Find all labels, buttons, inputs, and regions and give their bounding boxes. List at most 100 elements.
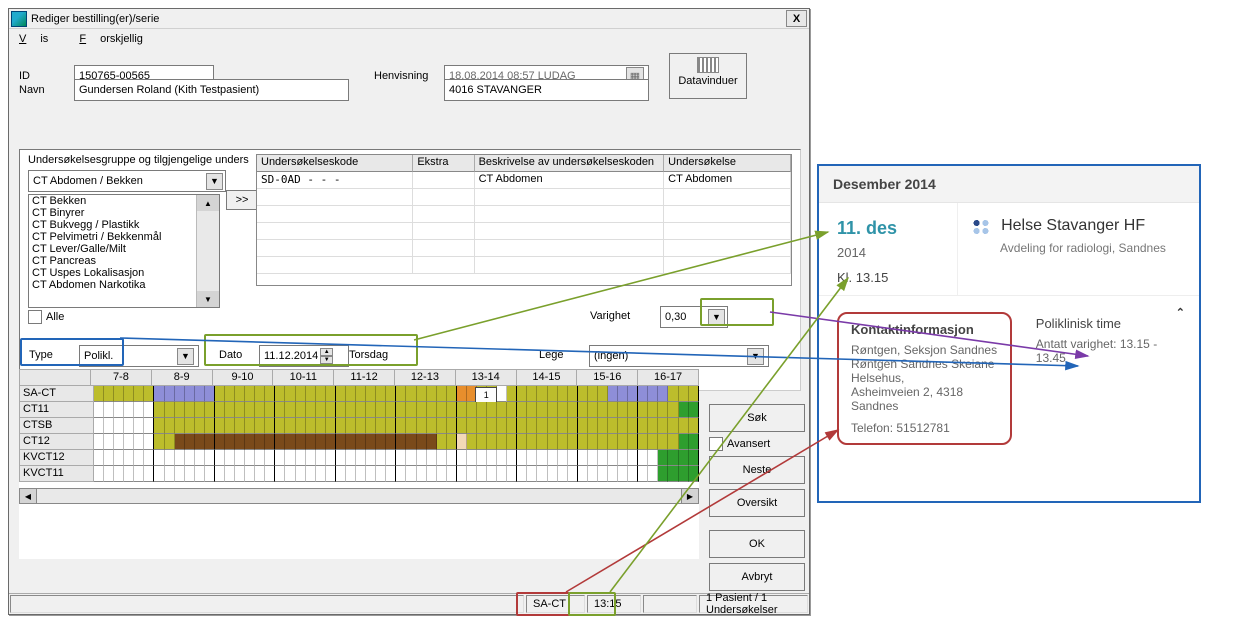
close-icon[interactable]: X	[786, 10, 807, 27]
card-header: Desember 2014	[819, 166, 1199, 203]
hour-col: 11-12	[334, 369, 395, 386]
exam-group-label: Undersøkelsesgruppe og tilgjengelige und…	[28, 154, 249, 166]
exam-group-combo[interactable]: CT Abdomen / Bekken ▼	[28, 170, 226, 192]
status-room: SA-CT	[526, 595, 585, 613]
hour-col: 9-10	[213, 369, 274, 386]
scroll-right-icon[interactable]: ▶	[681, 488, 699, 504]
scroll-down-icon[interactable]: ▼	[197, 291, 219, 307]
navn-field[interactable]: Gundersen Roland (Kith Testpasient)	[74, 79, 349, 101]
dato-label: Dato	[219, 349, 242, 361]
list-item[interactable]: CT Binyrer	[29, 207, 219, 219]
card-year: 2014	[837, 245, 947, 260]
room-label: KVCT12	[19, 450, 94, 466]
room-label: KVCT11	[19, 466, 94, 482]
date-spinner[interactable]: ▲▼	[320, 348, 333, 364]
hour-col: 13-14	[456, 369, 517, 386]
hour-col: 10-11	[273, 369, 334, 386]
hour-col: 16-17	[638, 369, 699, 386]
menu-vis[interactable]: Vis	[19, 33, 62, 45]
contact-line: Asheimveien 2, 4318 Sandnes	[851, 385, 998, 413]
hour-col: 7-8	[91, 369, 152, 386]
scroll-up-icon[interactable]: ▲	[197, 195, 219, 211]
chevron-down-icon[interactable]: ▼	[708, 309, 725, 326]
ok-button[interactable]: OK	[709, 530, 805, 558]
avansert-checkbox[interactable]	[709, 437, 723, 451]
appointment-card: Desember 2014 11. des 2014 Kl. 13.15 Hel…	[817, 164, 1201, 503]
schedule-grid[interactable]: 7-8 8-9 9-10 10-11 11-12 12-13 13-14 14-…	[19, 369, 699, 559]
status-summary: 1 Pasient / 1 Undersøkelser	[699, 595, 808, 613]
schedule-row[interactable]: SA-CT 1	[19, 386, 699, 402]
list-item[interactable]: CT Pancreas	[29, 255, 219, 267]
chevron-down-icon[interactable]: ▼	[747, 348, 764, 365]
action-column: Søk Avansert Neste Oversikt OK Avbryt	[709, 404, 789, 596]
status-time: 13:15	[587, 595, 641, 613]
dato-day: Torsdag	[349, 349, 388, 361]
lege-label: Lege	[539, 349, 563, 361]
schedule-row[interactable]: KVCT12	[19, 450, 699, 466]
chevron-down-icon[interactable]: ▼	[206, 173, 223, 190]
contact-heading: Kontaktinformasjon	[851, 322, 998, 337]
contact-line: Røntgen, Seksjon Sandnes	[851, 343, 998, 357]
col-extra: Ekstra	[413, 155, 474, 172]
oversikt-button[interactable]: Oversikt	[709, 489, 805, 517]
menubar: Vis Forskjellig	[9, 29, 809, 47]
schedule-row[interactable]: CT11	[19, 402, 699, 418]
menu-forskjellig[interactable]: Forskjellig	[79, 33, 157, 45]
exam-list[interactable]: CT Bekken CT Binyrer CT Bukvegg / Plasti…	[28, 194, 220, 308]
chevron-down-icon[interactable]: ▼	[177, 348, 194, 365]
hour-col: 12-13	[395, 369, 456, 386]
scroll-left-icon[interactable]: ◀	[19, 488, 37, 504]
avansert-label: Avansert	[727, 438, 770, 450]
table-row[interactable]: SD-0AD - - - CT Abdomen CT Abdomen	[257, 172, 791, 189]
list-item[interactable]: CT Abdomen Narkotika	[29, 279, 219, 291]
list-item[interactable]: CT Pelvimetri / Bekkenmål	[29, 231, 219, 243]
scrollbar[interactable]: ▲ ▼	[196, 195, 219, 307]
hour-col: 15-16	[577, 369, 638, 386]
type-combo[interactable]: Polikl.▼	[79, 345, 199, 367]
varighet-label: Varighet	[590, 310, 630, 322]
appointment-slot[interactable]: 1	[475, 387, 497, 403]
room-label: SA-CT	[19, 386, 94, 402]
edit-order-window: Rediger bestilling(er)/serie X Vis Forsk…	[8, 8, 810, 615]
sok-button[interactable]: Søk	[709, 404, 805, 432]
card-org: Helse Stavanger HF	[1001, 217, 1145, 234]
datavinduer-button[interactable]: Datavinduer	[669, 53, 747, 99]
app-icon	[11, 11, 27, 27]
room-label: CT11	[19, 402, 94, 418]
list-item[interactable]: CT Uspes Lokalisasjon	[29, 267, 219, 279]
list-item[interactable]: CT Bekken	[29, 195, 219, 207]
id-label: ID	[19, 70, 74, 82]
col-code: Undersøkelseskode	[257, 155, 413, 172]
card-time: Kl. 13.15	[837, 270, 947, 285]
varighet-combo[interactable]: 0,30 ▼	[660, 306, 728, 328]
col-desc: Beskrivelse av undersøkelseskoden	[475, 155, 665, 172]
avbryt-button[interactable]: Avbryt	[709, 563, 805, 591]
room-label: CT12	[19, 434, 94, 450]
statusbar: SA-CT 13:15 1 Pasient / 1 Undersøkelser	[9, 593, 809, 614]
hour-col: 14-15	[517, 369, 578, 386]
henvisning-bottom-field[interactable]: 4016 STAVANGER	[444, 79, 649, 101]
exam-table[interactable]: Undersøkelseskode Ekstra Beskrivelse av …	[256, 154, 792, 286]
lege-combo[interactable]: (ingen)▼	[589, 345, 769, 367]
card-day: 11. des	[837, 219, 947, 239]
col-exam: Undersøkelse	[664, 155, 791, 172]
room-label: CTSB	[19, 418, 94, 434]
schedule-row[interactable]: CT12	[19, 434, 699, 450]
poli-sub: Antatt varighet: 13.15 - 13.45	[1036, 337, 1176, 365]
schedule-hscroll[interactable]: ◀ ▶	[19, 488, 699, 504]
add-exam-button[interactable]: >>	[226, 190, 258, 210]
schedule-row[interactable]: KVCT11	[19, 466, 699, 482]
window-title: Rediger bestilling(er)/serie	[31, 13, 786, 25]
dato-field[interactable]: 11.12.2014 ▲▼	[259, 345, 349, 367]
schedule-row[interactable]: CTSB	[19, 418, 699, 434]
contact-line: Røntgen Sandnes Skeiane Helsehus,	[851, 357, 998, 385]
list-item[interactable]: CT Bukvegg / Plastikk	[29, 219, 219, 231]
type-label: Type	[29, 349, 53, 361]
org-logo-icon	[970, 217, 992, 237]
list-item[interactable]: CT Lever/Galle/Milt	[29, 243, 219, 255]
contact-line: Telefon: 51512781	[851, 421, 998, 435]
hour-col: 8-9	[152, 369, 213, 386]
expand-icon[interactable]: ⌃	[1176, 306, 1185, 319]
neste-button[interactable]: Neste	[709, 456, 805, 484]
alle-checkbox[interactable]: Alle	[28, 310, 64, 324]
